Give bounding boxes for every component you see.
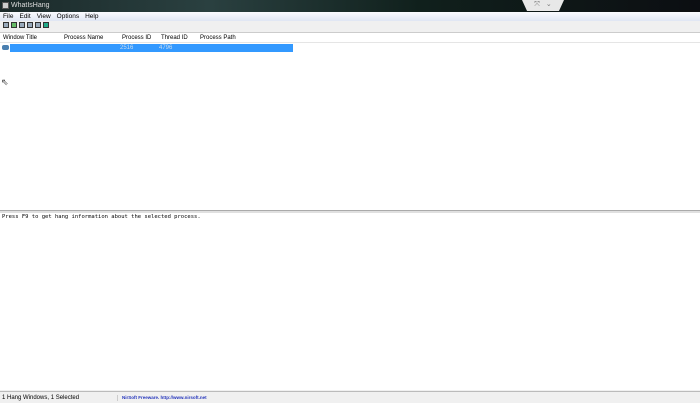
cell-process-id: 2516: [120, 45, 134, 51]
hang-info-pane[interactable]: Press F9 to get hang information about t…: [0, 213, 700, 390]
properties-icon[interactable]: [27, 22, 33, 28]
find-icon[interactable]: [35, 22, 41, 28]
status-bar: 1 Hang Windows, 1 Selected NirSoft Freew…: [0, 391, 700, 403]
nirsoft-link[interactable]: NirSoft Freeware. http://www.nirsoft.net: [118, 395, 268, 400]
column-window-title[interactable]: Window Title: [0, 33, 61, 42]
save-icon[interactable]: [3, 22, 9, 28]
hang-info-text: Press F9 to get hang information about t…: [2, 214, 201, 220]
window-icon: [2, 45, 9, 50]
toolbar: [0, 21, 700, 31]
status-count: 1 Hang Windows, 1 Selected: [0, 394, 118, 401]
hang-window-list[interactable]: Window Title Process Name Process ID Thr…: [0, 32, 700, 210]
menu-options[interactable]: Options: [54, 12, 82, 21]
window-title: WhatIsHang: [11, 2, 50, 9]
column-process-path[interactable]: Process Path: [197, 33, 293, 42]
menu-help[interactable]: Help: [82, 12, 101, 21]
exit-icon[interactable]: [43, 22, 49, 28]
menu-edit[interactable]: Edit: [16, 12, 33, 21]
copy-icon[interactable]: [19, 22, 25, 28]
column-process-name[interactable]: Process Name: [61, 33, 119, 42]
menu-view[interactable]: View: [34, 12, 54, 21]
title-bar: WhatIsHang: [0, 0, 700, 12]
window-controls: ⤧ ⌄: [522, 0, 564, 11]
export-icon[interactable]: [11, 22, 17, 28]
app-icon: [2, 2, 9, 9]
table-row[interactable]: 2516 4796: [0, 44, 293, 52]
menu-file[interactable]: File: [0, 12, 16, 21]
chevron-down-icon[interactable]: ⌄: [546, 1, 552, 8]
cell-thread-id: 4796: [159, 45, 173, 51]
fullscreen-icon[interactable]: ⤧: [534, 1, 540, 8]
column-thread-id[interactable]: Thread ID: [158, 33, 197, 42]
mouse-cursor-icon: ⇖: [1, 77, 9, 87]
column-process-id[interactable]: Process ID: [119, 33, 158, 42]
menu-bar: File Edit View Options Help: [0, 12, 700, 21]
